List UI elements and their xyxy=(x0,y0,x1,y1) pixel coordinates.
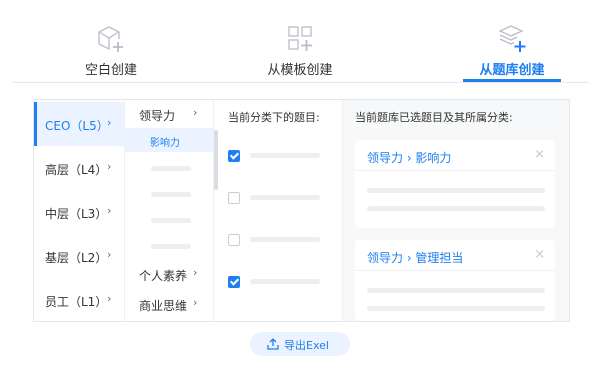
close-icon[interactable]: × xyxy=(534,147,545,162)
grid-plus-icon xyxy=(288,26,312,51)
tab-label: 从模板创建 xyxy=(267,63,333,78)
card-divider xyxy=(355,170,555,171)
export-label: 导出Exel xyxy=(284,339,329,352)
level-item-junior[interactable]: 基层（L2） › xyxy=(34,234,124,278)
tab-template-create[interactable]: 从模板创建 xyxy=(225,22,375,78)
placeholder-bar xyxy=(151,244,191,249)
question-row[interactable] xyxy=(228,276,338,290)
level-label: CEO（L5） xyxy=(45,119,109,133)
question-row[interactable] xyxy=(228,234,338,248)
chevron-right-icon: › xyxy=(107,248,112,261)
category-label: 商业思维 xyxy=(139,299,188,313)
level-item-ceo[interactable]: CEO（L5） › xyxy=(34,102,124,146)
question-list: 当前分类下的题目: xyxy=(214,100,343,321)
level-item-middle[interactable]: 中层（L3） › xyxy=(34,190,124,234)
selected-question-card: 领导力 › 影响力 × xyxy=(355,140,555,228)
level-label: 高层（L4） xyxy=(45,163,108,177)
category-item-leadership[interactable]: 领导力 › xyxy=(125,100,213,126)
chevron-right-icon: › xyxy=(193,296,198,309)
category-label: 领导力 xyxy=(139,109,176,123)
category-item-business-thinking[interactable]: 商业思维 › xyxy=(125,290,213,318)
placeholder-bar xyxy=(250,153,320,158)
active-tab-indicator xyxy=(463,79,561,82)
chevron-right-icon: › xyxy=(193,106,198,119)
question-row[interactable] xyxy=(228,150,338,164)
cube-plus-icon xyxy=(98,26,123,52)
tabs-divider xyxy=(13,82,589,83)
placeholder-bar xyxy=(151,192,191,197)
category-item-personal-quality[interactable]: 个人素养 › xyxy=(125,260,213,288)
tab-blank-create[interactable]: 空白创建 xyxy=(36,22,186,78)
tab-label: 空白创建 xyxy=(84,63,137,78)
question-checkbox[interactable] xyxy=(228,192,240,204)
chevron-right-icon: › xyxy=(107,204,112,217)
card-category-path: 领导力 › 管理担当 xyxy=(367,251,464,265)
stack-plus-icon xyxy=(498,25,526,52)
selected-question-card: 领导力 › 管理担当 × xyxy=(355,240,555,321)
placeholder-bar xyxy=(250,237,320,242)
export-icon xyxy=(267,338,279,350)
selected-panel-header: 当前题库已选题目及其所属分类: xyxy=(355,111,513,124)
placeholder-bar xyxy=(367,288,545,293)
placeholder-bar xyxy=(367,306,545,311)
category-list: 领导力 › 影响力 个人素养 › 商业思维 › xyxy=(125,100,214,321)
level-label: 员工（L1） xyxy=(45,295,108,309)
level-item-senior[interactable]: 高层（L4） › xyxy=(34,146,124,190)
question-picker-panel: CEO（L5） › 高层（L4） › 中层（L3） › 基层（L2） › 员工（… xyxy=(33,99,570,322)
chevron-right-icon: › xyxy=(193,266,198,279)
chevron-right-icon: › xyxy=(107,160,112,173)
category-label: 个人素养 xyxy=(139,269,188,283)
placeholder-bar xyxy=(367,206,545,211)
question-list-header: 当前分类下的题目: xyxy=(228,111,320,124)
level-label: 基层（L2） xyxy=(45,251,108,265)
question-row[interactable] xyxy=(228,192,338,206)
placeholder-bar xyxy=(151,166,191,171)
chevron-right-icon: › xyxy=(107,116,112,129)
level-label: 中层（L3） xyxy=(45,207,108,221)
placeholder-bar xyxy=(250,279,320,284)
level-list: CEO（L5） › 高层（L4） › 中层（L3） › 基层（L2） › 员工（… xyxy=(34,100,125,321)
close-icon[interactable]: × xyxy=(534,247,545,262)
question-checkbox[interactable] xyxy=(228,150,240,162)
placeholder-bar xyxy=(151,218,191,223)
card-category-path: 领导力 › 影响力 xyxy=(367,151,452,165)
question-checkbox[interactable] xyxy=(228,234,240,246)
placeholder-bar xyxy=(367,188,545,193)
placeholder-bar xyxy=(250,195,320,200)
subcategory-label: 影响力 xyxy=(150,138,180,149)
tab-label: 从题库创建 xyxy=(479,63,545,78)
chevron-right-icon: › xyxy=(107,292,112,305)
subcategory-item-influence[interactable]: 影响力 xyxy=(125,128,213,152)
level-item-staff[interactable]: 员工（L1） › xyxy=(34,278,124,322)
card-divider xyxy=(355,270,555,271)
question-checkbox[interactable] xyxy=(228,276,240,288)
selected-questions-panel: 当前题库已选题目及其所属分类: 领导力 › 影响力 × 领导力 › 管理担当 × xyxy=(343,100,569,321)
export-excel-button[interactable]: 导出Exel xyxy=(250,332,350,356)
tab-question-bank-create[interactable]: 从题库创建 xyxy=(437,22,587,78)
